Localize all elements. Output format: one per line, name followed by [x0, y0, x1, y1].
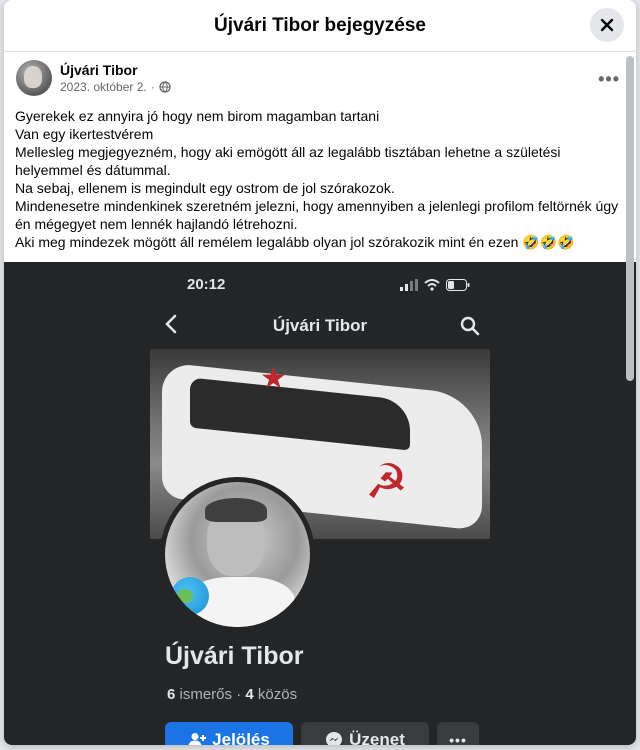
post-header: Újvári Tibor 2023. október 2. · ••• — [4, 53, 636, 103]
author-meta: Újvári Tibor 2023. október 2. · — [60, 61, 171, 95]
post-line: Mellesleg megjegyezném, hogy aki emögött… — [15, 144, 561, 178]
post-image[interactable]: 20:12 Újvári Tibor ★ ☭ Újvári Tibor 6 is… — [4, 262, 636, 745]
star-icon: ★ — [260, 362, 287, 395]
signal-icon — [400, 279, 418, 291]
post-line: Mindenesetre mindenkinek szeretném jelez… — [15, 198, 619, 232]
profile-photo — [165, 482, 310, 627]
dialog-header: Újvári Tibor bejegyzése — [4, 0, 636, 52]
message-button: Üzenet — [301, 722, 429, 745]
post-more-button[interactable]: ••• — [598, 69, 620, 90]
close-button[interactable] — [590, 8, 624, 42]
post-line: Aki meg mindezek mögött áll remélem lega… — [15, 234, 575, 250]
nav-title: Újvári Tibor — [272, 316, 368, 335]
ellipsis-icon: ••• — [598, 69, 620, 89]
wifi-icon — [424, 279, 440, 291]
add-friend-button: Jelölés — [165, 722, 293, 745]
status-time: 20:12 — [187, 276, 226, 293]
post-text: Gyerekek ez annyira jó hogy nem birom ma… — [4, 103, 636, 259]
post-date-row: 2023. október 2. · — [60, 79, 171, 95]
profile-name: Újvári Tibor — [165, 642, 304, 670]
battery-icon — [446, 279, 470, 291]
scrollbar-thumb[interactable] — [626, 56, 634, 381]
post-line: Gyerekek ez annyira jó hogy nem birom ma… — [15, 108, 380, 124]
ellipsis-icon: ••• — [449, 732, 467, 745]
close-icon — [600, 18, 614, 32]
globe-icon — [159, 81, 171, 93]
profile-actions: Jelölés Üzenet ••• — [165, 722, 479, 745]
dialog-content[interactable]: Újvári Tibor 2023. október 2. · ••• Gyer… — [4, 53, 636, 745]
hammer-sickle-icon: ☭ — [365, 456, 409, 509]
search-icon — [460, 316, 480, 336]
add-friend-icon — [188, 733, 207, 745]
post-line: Na sebaj, ellenem is megindult egy ostro… — [15, 180, 395, 196]
author-name[interactable]: Újvári Tibor — [60, 61, 171, 79]
post-dialog: Újvári Tibor bejegyzése Újvári Tibor 202… — [4, 0, 636, 745]
author-avatar[interactable] — [16, 60, 52, 96]
earth-sticker-icon — [171, 577, 209, 615]
profile-picture — [160, 477, 315, 632]
post-line: Van egy ikertestvérem — [15, 126, 154, 142]
dialog-title: Újvári Tibor bejegyzése — [214, 14, 426, 36]
post-date[interactable]: 2023. október 2. — [60, 79, 147, 95]
profile-more-button: ••• — [437, 722, 479, 745]
messenger-icon — [326, 732, 343, 745]
status-icons — [400, 279, 470, 291]
friends-count: 6 ismerős · 4 közös — [167, 686, 298, 703]
